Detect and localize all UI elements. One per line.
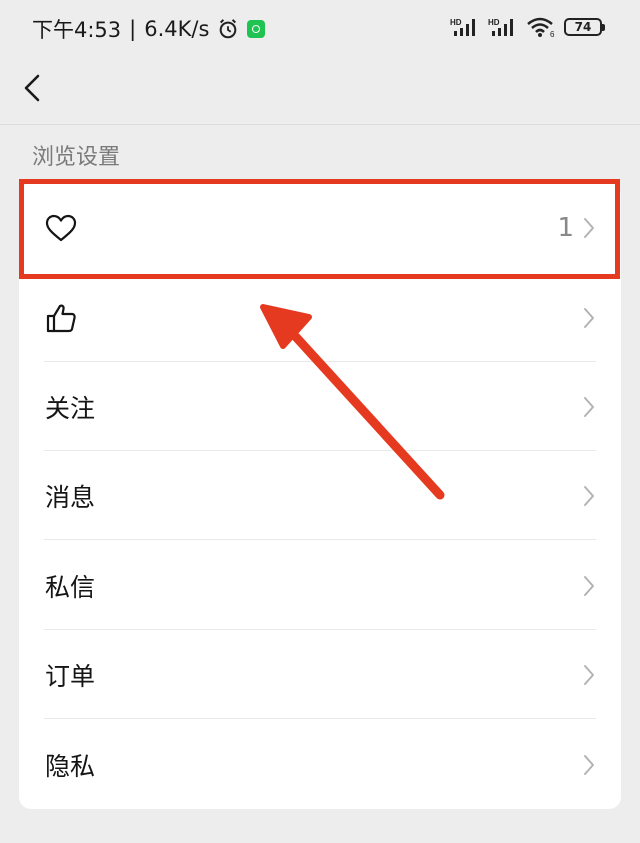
section-title: 浏览设置 <box>32 145 121 170</box>
row-likes-heart[interactable]: 1 <box>19 183 621 272</box>
chevron-right-icon <box>584 575 594 596</box>
nav-bar <box>0 58 640 125</box>
chevron-right-icon <box>584 396 594 417</box>
row-divider <box>44 539 596 540</box>
row-label: 关注 <box>45 393 96 423</box>
row-orders[interactable]: 订单 <box>19 630 621 719</box>
svg-text:HD: HD <box>450 18 462 27</box>
row-follow[interactable]: 关注 <box>19 362 621 451</box>
row-private-messages[interactable]: 私信 <box>19 541 621 630</box>
row-count: 1 <box>557 212 574 243</box>
battery-level: 74 <box>574 20 592 34</box>
alarm-icon <box>220 19 237 39</box>
signal-hd-icon: HD <box>488 18 513 36</box>
battery-icon: 74 <box>564 18 605 36</box>
row-label: 隐私 <box>45 751 96 781</box>
wifi-icon: 6 <box>527 17 555 38</box>
thumbs-up-icon <box>46 304 76 332</box>
row-privacy[interactable]: 隐私 <box>19 720 621 809</box>
row-messages[interactable]: 消息 <box>19 451 621 540</box>
chevron-right-icon <box>584 664 594 685</box>
settings-card: 1 关注 消息 私信 订单 隐私 <box>19 183 621 809</box>
back-chevron-icon[interactable] <box>18 68 48 108</box>
status-left: 下午4:53 | 6.4K/s <box>32 14 266 44</box>
row-label: 消息 <box>45 482 96 512</box>
row-divider <box>44 718 596 719</box>
heart-icon <box>45 214 77 241</box>
status-bar: 下午4:53 | 6.4K/s HD HD 6 74 <box>0 0 640 58</box>
chevron-right-icon <box>584 485 594 506</box>
status-time: 下午4:53 <box>32 18 122 42</box>
status-separator: | <box>129 17 137 41</box>
status-right: HD HD 6 74 <box>450 16 605 38</box>
network-speed: 6.4K/s <box>144 17 210 41</box>
signal-hd-icon: HD <box>450 18 475 36</box>
row-thumbs-up[interactable] <box>19 273 621 362</box>
chevron-right-icon <box>584 754 594 775</box>
svg-text:HD: HD <box>488 18 500 27</box>
app-notification-icon <box>247 20 266 38</box>
svg-text:6: 6 <box>550 30 555 38</box>
row-label: 订单 <box>45 661 96 691</box>
row-label: 私信 <box>45 572 96 602</box>
chevron-right-icon <box>584 217 594 238</box>
chevron-right-icon <box>584 307 594 328</box>
